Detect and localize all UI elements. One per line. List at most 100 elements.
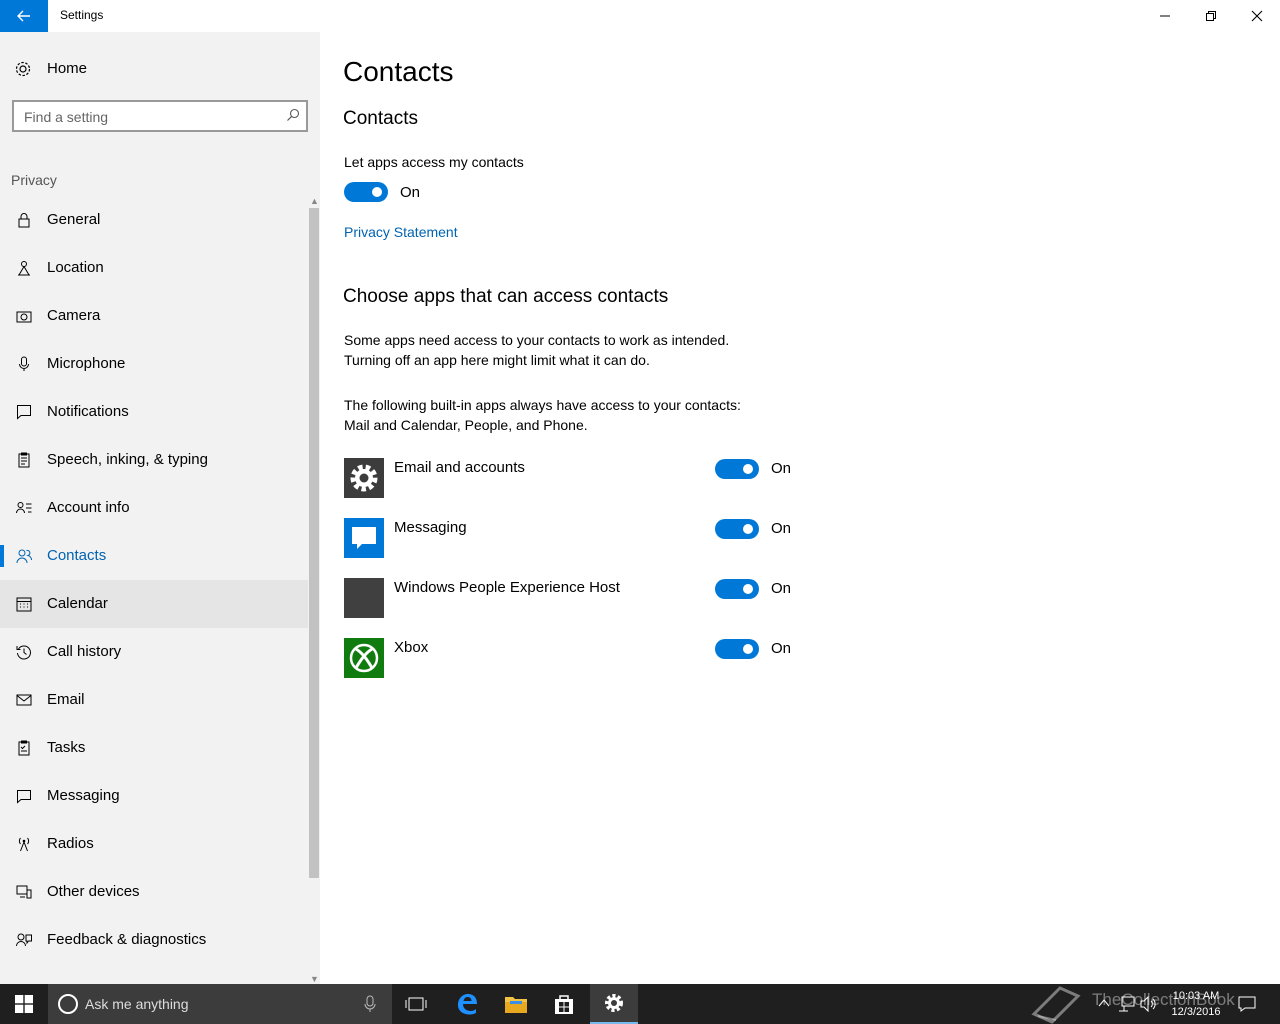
edge-icon [458, 994, 477, 1015]
toggle-knob [743, 584, 753, 594]
cortana-icon [58, 994, 78, 1014]
cortana-search-box[interactable]: Ask me anything [48, 984, 392, 1024]
settings-taskbar-button[interactable] [590, 984, 638, 1024]
tasks-icon [18, 740, 30, 756]
sidebar-item-microphone[interactable]: Microphone [0, 340, 308, 388]
store-icon [555, 995, 573, 1014]
app-name: Email and accounts [394, 459, 525, 476]
toggle-state-label: On [771, 460, 792, 477]
restore-icon [1206, 11, 1216, 21]
clock-date: 12/3/2016 [1171, 1006, 1221, 1018]
email-icon [16, 694, 32, 706]
sidebar-item-label: Tasks [47, 739, 86, 756]
sidebar-item-label: Notifications [47, 403, 129, 420]
description-line: Some apps need access to your contacts t… [344, 332, 730, 348]
sidebar-item-messaging[interactable]: Messaging [0, 772, 308, 820]
toggle-state-label: On [771, 580, 792, 597]
app-row-xbox: Xbox On [344, 638, 804, 678]
scroll-down-arrow-icon[interactable]: ▼ [310, 974, 319, 984]
main-content: Contacts Contacts Let apps access my con… [320, 32, 1280, 984]
app-toggle-xbox[interactable] [715, 639, 759, 659]
scroll-up-arrow-icon[interactable]: ▲ [310, 196, 319, 206]
lock-icon [18, 213, 30, 228]
app-name: Messaging [394, 519, 467, 536]
sidebar-item-speech[interactable]: Speech, inking, & typing [0, 436, 308, 484]
sidebar-item-tasks[interactable]: Tasks [0, 724, 308, 772]
sidebar-item-label: Location [47, 259, 104, 276]
app-name: Xbox [394, 639, 429, 656]
scrollbar-thumb[interactable] [309, 208, 319, 878]
search-box[interactable] [12, 100, 308, 132]
sidebar-item-label: Camera [47, 307, 101, 324]
close-button[interactable] [1234, 0, 1280, 32]
app-toggle-windows-people-experience-host[interactable] [715, 579, 759, 599]
blank-app-icon [344, 578, 384, 618]
sidebar-item-radios[interactable]: Radios [0, 820, 308, 868]
speech-icon [18, 452, 30, 468]
title-bar: Settings [0, 0, 1280, 32]
sidebar-item-calendar[interactable]: Calendar [0, 580, 308, 628]
cortana-placeholder: Ask me anything [85, 996, 189, 1012]
sidebar-scrollbar[interactable]: ▲ ▼ [308, 196, 320, 984]
sidebar-item-camera[interactable]: Camera [0, 292, 308, 340]
sidebar-item-call-history[interactable]: Call history [0, 628, 308, 676]
description-line: Turning off an app here might limit what… [344, 352, 650, 368]
contacts-access-toggle[interactable] [344, 182, 388, 202]
close-icon [1251, 10, 1263, 22]
toggle-knob [743, 464, 753, 474]
microphone-icon[interactable] [364, 995, 376, 1013]
chevron-up-icon[interactable] [1098, 998, 1110, 1008]
account-info-icon [16, 502, 32, 514]
sidebar-item-notifications[interactable]: Notifications [0, 388, 308, 436]
sidebar-item-label: Account info [47, 499, 130, 516]
minimize-button[interactable] [1142, 0, 1188, 32]
camera-icon [16, 311, 32, 323]
restore-button[interactable] [1188, 0, 1234, 32]
action-center-icon[interactable] [1238, 996, 1256, 1012]
sidebar-item-other-devices[interactable]: Other devices [0, 868, 308, 916]
sidebar-item-label: Contacts [47, 547, 107, 564]
sidebar-item-label: Calendar [47, 595, 108, 612]
sidebar-item-account-info[interactable]: Account info [0, 484, 308, 532]
location-icon [18, 261, 30, 276]
sidebar-item-email[interactable]: Email [0, 676, 308, 724]
app-toggle-email-and-accounts[interactable] [715, 459, 759, 479]
home-nav-item[interactable]: Home [0, 52, 320, 86]
volume-icon[interactable] [1140, 996, 1158, 1012]
sidebar-item-location[interactable]: Location [0, 244, 308, 292]
gear-icon [344, 458, 384, 498]
taskbar: Ask me anything TheCollectionBook 10:03 … [0, 984, 1280, 1024]
edge-browser-button[interactable] [443, 984, 491, 1024]
network-icon[interactable] [1118, 996, 1136, 1012]
store-button[interactable] [540, 984, 588, 1024]
section-title-choose-apps: Choose apps that can access contacts [343, 286, 669, 307]
app-toggle-messaging[interactable] [715, 519, 759, 539]
system-clock[interactable]: 10:03 AM 12/3/2016 [1160, 988, 1232, 1020]
folder-icon [505, 997, 527, 1013]
description-paragraph-2: The following built-in apps always have … [344, 395, 804, 435]
file-explorer-button[interactable] [492, 984, 540, 1024]
sidebar-item-general[interactable]: General [0, 196, 308, 244]
toggle-state-label: On [771, 640, 792, 657]
windows-logo-icon [15, 995, 33, 1013]
other-devices-icon [16, 885, 32, 899]
search-input[interactable] [24, 107, 274, 127]
sidebar-item-label: Email [47, 691, 85, 708]
privacy-statement-link[interactable]: Privacy Statement [344, 224, 458, 240]
xbox-icon [344, 638, 384, 678]
start-button[interactable] [0, 984, 48, 1024]
calendar-icon [16, 597, 32, 612]
task-view-button[interactable] [392, 984, 440, 1024]
sidebar-item-feedback[interactable]: Feedback & diagnostics [0, 916, 308, 964]
sidebar-item-label: Other devices [47, 883, 140, 900]
back-button[interactable] [0, 0, 48, 32]
contacts-icon [16, 549, 32, 564]
description-line: Mail and Calendar, People, and Phone. [344, 417, 588, 433]
description-paragraph-1: Some apps need access to your contacts t… [344, 330, 804, 370]
app-row-email-and-accounts: Email and accounts On [344, 458, 804, 498]
sidebar-item-contacts[interactable]: Contacts [0, 532, 308, 580]
sidebar: Home Privacy General Location Camera Mic… [0, 32, 320, 984]
sidebar-item-label: Microphone [47, 355, 126, 372]
window-title: Settings [60, 8, 104, 22]
page-title: Contacts [343, 56, 454, 87]
